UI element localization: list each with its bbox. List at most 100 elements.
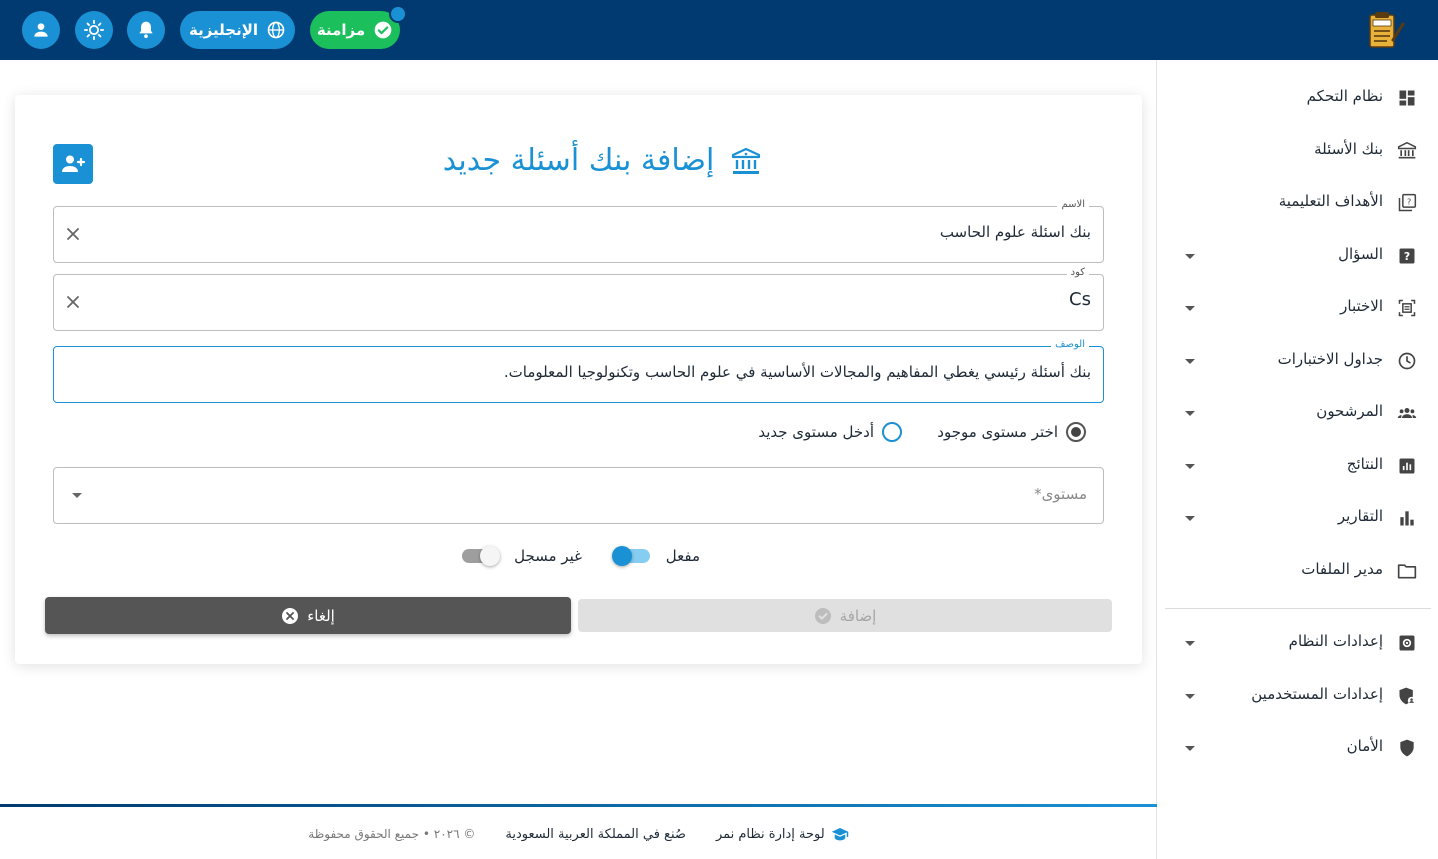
sidebar-item-system-settings[interactable]: إعدادات النظام [1157,623,1438,663]
graduation-cap-icon [831,828,848,841]
sidebar: نظام التحكم بنك الأسئلة ? الأهداف التعلي… [1156,60,1438,859]
sun-icon [83,19,105,41]
check-circle-icon [374,21,392,39]
sidebar-item-label: إعدادات النظام [1288,632,1383,650]
add-user-button[interactable] [53,144,93,184]
group-icon [1397,408,1417,418]
chevron-down-icon[interactable] [1185,641,1195,646]
theme-toggle-button[interactable] [75,11,113,49]
description-field-label: الوصف [1051,339,1089,350]
sidebar-item-label: التقارير [1337,507,1383,525]
quiz-icon: ? [1398,193,1417,212]
level-select[interactable]: مستوى* [53,467,1104,524]
cancel-button-label: إلغاء [307,606,335,625]
footer: لوحة إدارة نظام نمر صُنع في المملكة العر… [0,822,1157,846]
sidebar-item-label: مدير الملفات [1301,560,1383,578]
radio-existing-level[interactable]: اختر مستوى موجود [937,420,1086,444]
chevron-down-icon[interactable] [1185,411,1195,416]
sidebar-item-reports[interactable]: التقارير [1157,498,1438,538]
shield-icon [1400,739,1414,757]
sidebar-item-label: نظام التحكم [1306,87,1383,105]
chevron-down-icon[interactable] [1185,306,1195,311]
top-bar: الإنجليزية مزامنة [0,0,1438,60]
name-field-label: الاسم [1057,199,1089,210]
active-switch[interactable] [611,546,650,566]
sidebar-item-security[interactable]: الأمان [1157,728,1438,768]
user-shield-icon [1399,687,1416,705]
bank-icon [731,147,761,174]
sidebar-item-exam[interactable]: الاختبار [1157,288,1438,328]
footer-brand: لوحة إدارة نظام نمر [716,826,849,842]
chevron-down-icon[interactable] [1185,254,1195,259]
chevron-down-icon[interactable] [1185,516,1195,521]
bank-icon [1397,141,1417,159]
exam-logo-icon[interactable] [1363,10,1405,50]
globe-icon [267,21,285,39]
code-field[interactable]: كود Cs [53,267,1104,331]
radio-new-level-control[interactable] [882,422,902,442]
sidebar-item-file-manager[interactable]: مدير الملفات [1157,551,1438,591]
folder-icon [1397,564,1417,579]
close-icon[interactable] [64,225,82,243]
level-select-placeholder: مستوى* [1034,485,1087,503]
language-button[interactable]: الإنجليزية [180,11,295,49]
profile-button[interactable] [22,11,60,49]
cancel-button[interactable]: إلغاء [45,597,571,634]
svg-text:?: ? [1404,250,1410,263]
close-icon[interactable] [64,293,82,311]
chevron-down-icon[interactable] [1185,746,1195,751]
svg-text:?: ? [1407,197,1411,207]
sidebar-item-label: المرشحون [1316,402,1383,420]
footer-divider [0,804,1157,807]
unregistered-toggle[interactable]: غير مسجل [462,544,582,568]
footer-made-in: صُنع في المملكة العربية السعودية [505,826,686,842]
submit-button[interactable]: إضافة [578,599,1112,632]
exam-icon [1398,299,1416,317]
results-icon [1399,458,1415,474]
sync-label: مزامنة [316,21,366,39]
sidebar-item-label: بنك الأسئلة [1314,140,1383,158]
description-field-value[interactable]: بنك أسئلة رئيسي يغطي المفاهيم والمجالات … [504,363,1091,381]
settings-icon [1399,635,1415,651]
chevron-down-icon[interactable] [72,493,82,498]
sidebar-item-label: الأمان [1346,737,1383,755]
unregistered-switch[interactable] [462,546,501,566]
chevron-down-icon[interactable] [1185,464,1195,469]
user-icon [34,23,48,37]
code-field-label: كود [1066,267,1089,278]
name-field-value[interactable]: بنك اسئلة علوم الحاسب [940,223,1091,241]
bell-icon [139,21,153,39]
sidebar-item-objectives[interactable]: ? الأهداف التعليمية [1157,183,1438,223]
chevron-down-icon[interactable] [1185,359,1195,364]
sidebar-item-question-bank[interactable]: بنك الأسئلة [1157,131,1438,171]
code-field-value[interactable]: Cs [1069,289,1091,310]
close-circle-icon [282,607,299,624]
radio-new-level[interactable]: أدخل مستوى جديد [758,420,902,444]
add-question-bank-card: إضافة بنك أسئلة جديد الاسم بنك اسئلة علو… [15,95,1142,664]
notifications-button[interactable] [127,11,165,49]
sync-button[interactable]: مزامنة [310,11,400,49]
sidebar-item-dashboard[interactable]: نظام التحكم [1157,78,1438,118]
sidebar-item-user-settings[interactable]: إعدادات المستخدمين [1157,676,1438,716]
name-field[interactable]: الاسم بنك اسئلة علوم الحاسب [53,199,1104,263]
sidebar-item-label: إعدادات المستخدمين [1251,685,1383,703]
check-circle-icon [814,607,831,624]
description-field[interactable]: الوصف بنك أسئلة رئيسي يغطي المفاهيم والم… [53,339,1104,403]
active-toggle[interactable]: مفعل [611,544,700,568]
footer-copyright: © ٢٠٢٦ • جميع الحقوق محفوظة [308,827,476,841]
sidebar-item-results[interactable]: النتائج [1157,446,1438,486]
page-title: إضافة بنك أسئلة جديد [442,143,715,178]
question-icon: ? [1399,248,1415,264]
radio-existing-level-control[interactable] [1066,422,1086,442]
sidebar-item-exam-schedules[interactable]: جداول الاختبارات [1157,341,1438,381]
clock-icon [1398,352,1416,370]
sidebar-item-label: جداول الاختبارات [1277,350,1383,368]
submit-button-label: إضافة [839,606,877,625]
active-toggle-label: مفعل [665,547,700,565]
language-label: الإنجليزية [188,21,259,39]
sidebar-item-candidates[interactable]: المرشحون [1157,393,1438,433]
sidebar-item-label: الاختبار [1340,297,1383,315]
sidebar-item-question[interactable]: ? السؤال [1157,236,1438,276]
sidebar-divider [1165,608,1431,609]
chevron-down-icon[interactable] [1185,694,1195,699]
